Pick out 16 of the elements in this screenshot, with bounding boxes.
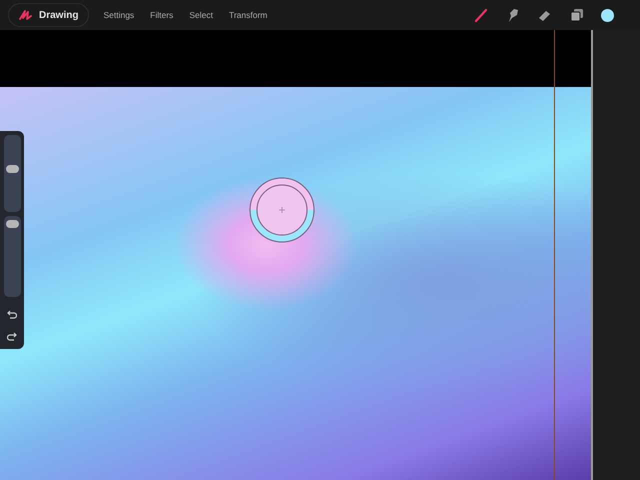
gallery-button[interactable]: Drawing <box>8 3 90 27</box>
scribble-icon <box>19 9 33 21</box>
layers-icon[interactable] <box>569 7 585 23</box>
menu-item[interactable]: Settings <box>95 10 142 20</box>
menu-item[interactable]: Select <box>181 10 221 20</box>
opacity-slider[interactable] <box>4 216 20 297</box>
menu-item[interactable]: Filters <box>142 10 182 20</box>
slider-thumb[interactable] <box>6 220 18 228</box>
color-swatch[interactable] <box>601 8 614 22</box>
redo-icon[interactable] <box>7 331 17 341</box>
slider-thumb[interactable] <box>6 165 18 174</box>
color-picker-loupe <box>249 177 315 243</box>
brush-icon[interactable] <box>473 7 489 23</box>
size-slider[interactable] <box>4 135 20 212</box>
undo-icon[interactable] <box>7 309 17 319</box>
menu-item[interactable]: Transform <box>220 10 276 20</box>
